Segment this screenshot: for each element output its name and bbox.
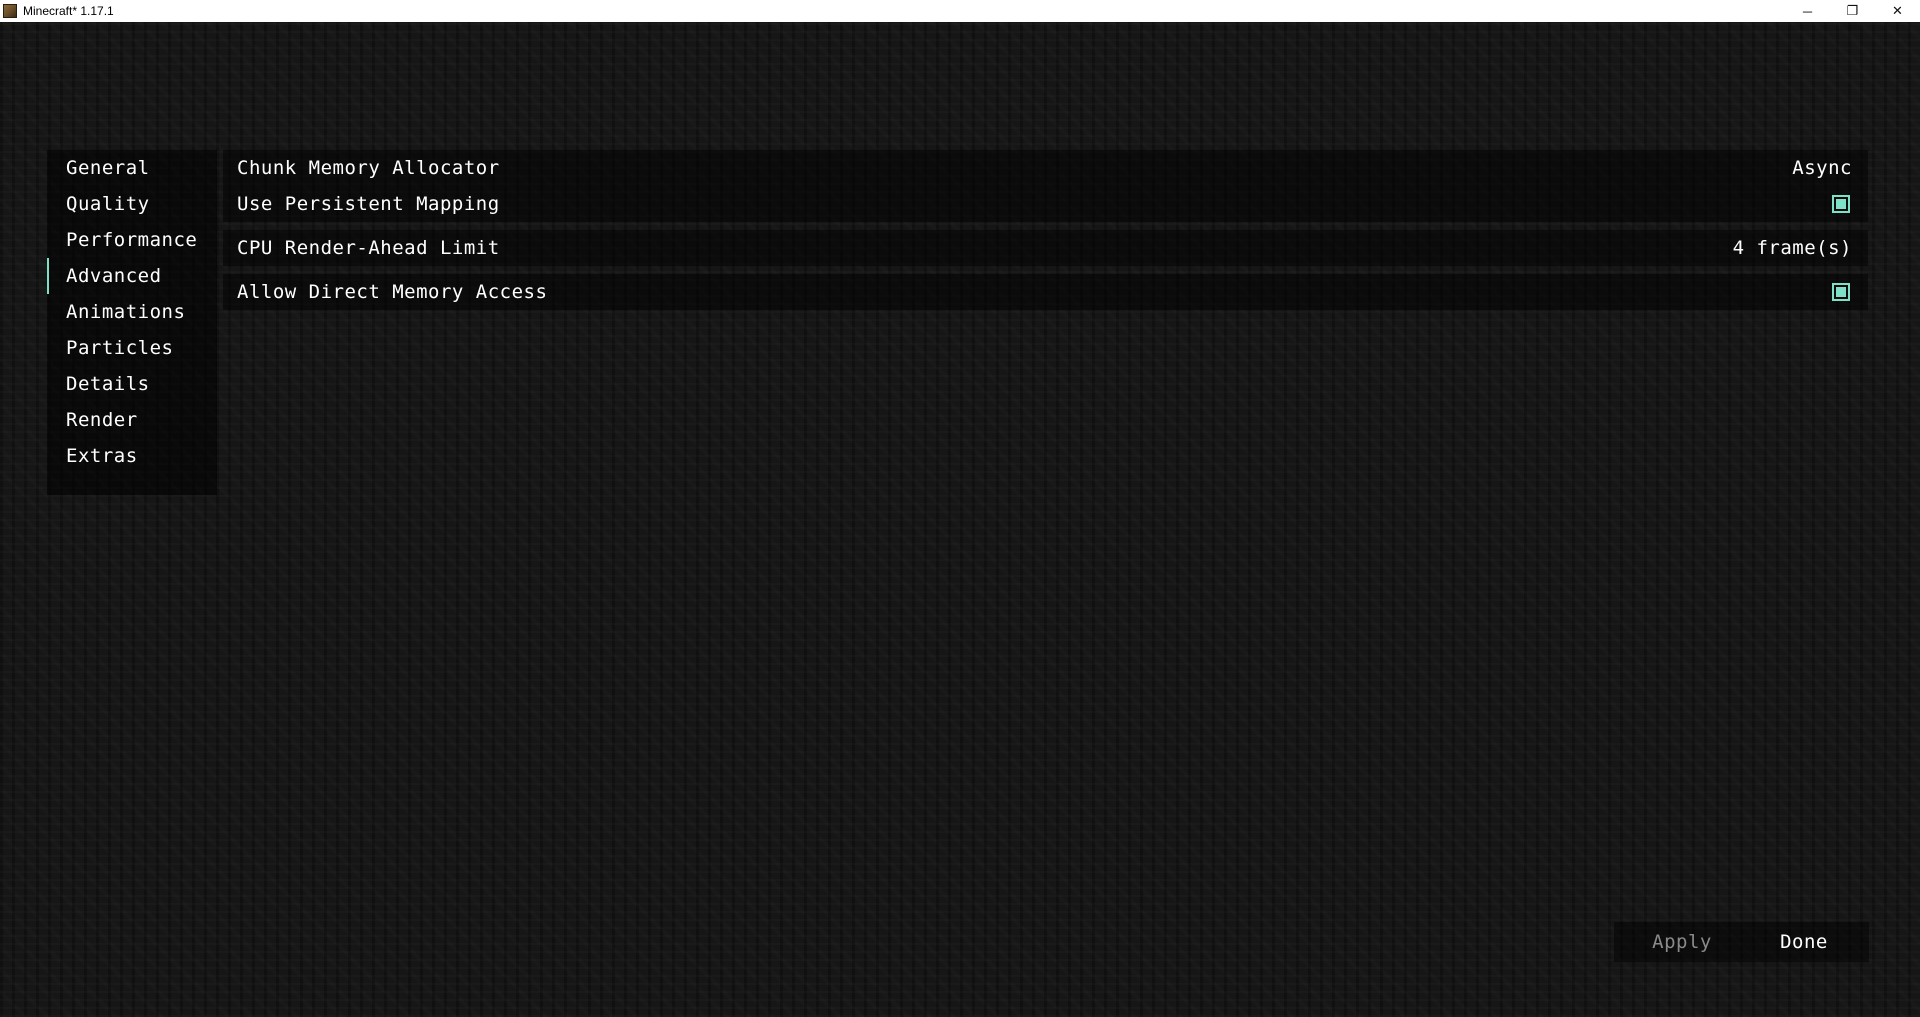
done-button[interactable]: Done (1754, 922, 1854, 962)
sidebar-item-advanced[interactable]: Advanced (47, 258, 217, 294)
checkbox[interactable] (1832, 195, 1850, 213)
restore-button[interactable]: ❐ (1830, 0, 1875, 22)
options-panel: Chunk Memory Allocator Async Use Persist… (223, 150, 1868, 495)
close-button[interactable]: ✕ (1875, 0, 1920, 22)
apply-button[interactable]: Apply (1632, 922, 1732, 962)
sidebar-item-general[interactable]: General (47, 150, 217, 186)
sidebar-item-extras[interactable]: Extras (47, 438, 217, 474)
window-title: Minecraft* 1.17.1 (23, 4, 114, 18)
checkbox-checked-mark (1836, 199, 1846, 209)
minecraft-icon (3, 4, 17, 18)
checkbox-checked-mark (1836, 287, 1846, 297)
option-label: Allow Direct Memory Access (237, 281, 548, 303)
option-label: Use Persistent Mapping (237, 193, 500, 215)
sidebar-item-quality[interactable]: Quality (47, 186, 217, 222)
sidebar-item-animations[interactable]: Animations (47, 294, 217, 330)
window-titlebar: Minecraft* 1.17.1 ─ ❐ ✕ (0, 0, 1920, 22)
sidebar-item-details[interactable]: Details (47, 366, 217, 402)
option-value[interactable]: Async (1792, 157, 1852, 179)
option-label: Chunk Memory Allocator (237, 157, 500, 179)
category-sidebar: General Quality Performance Advanced Ani… (47, 150, 217, 495)
sidebar-item-performance[interactable]: Performance (47, 222, 217, 258)
minimize-button[interactable]: ─ (1785, 0, 1830, 22)
option-value[interactable]: 4 frame(s) (1733, 237, 1852, 259)
sidebar-item-particles[interactable]: Particles (47, 330, 217, 366)
game-viewport: General Quality Performance Advanced Ani… (0, 22, 1920, 1017)
checkbox[interactable] (1832, 283, 1850, 301)
option-cpu-render-ahead-limit[interactable]: CPU Render-Ahead Limit 4 frame(s) (223, 230, 1868, 266)
option-use-persistent-mapping[interactable]: Use Persistent Mapping (223, 186, 1868, 222)
footer-buttons: Apply Done (1614, 922, 1869, 962)
window-controls: ─ ❐ ✕ (1785, 0, 1920, 22)
sidebar-item-render[interactable]: Render (47, 402, 217, 438)
option-allow-direct-memory-access[interactable]: Allow Direct Memory Access (223, 274, 1868, 310)
option-label: CPU Render-Ahead Limit (237, 237, 500, 259)
option-chunk-memory-allocator[interactable]: Chunk Memory Allocator Async (223, 150, 1868, 186)
